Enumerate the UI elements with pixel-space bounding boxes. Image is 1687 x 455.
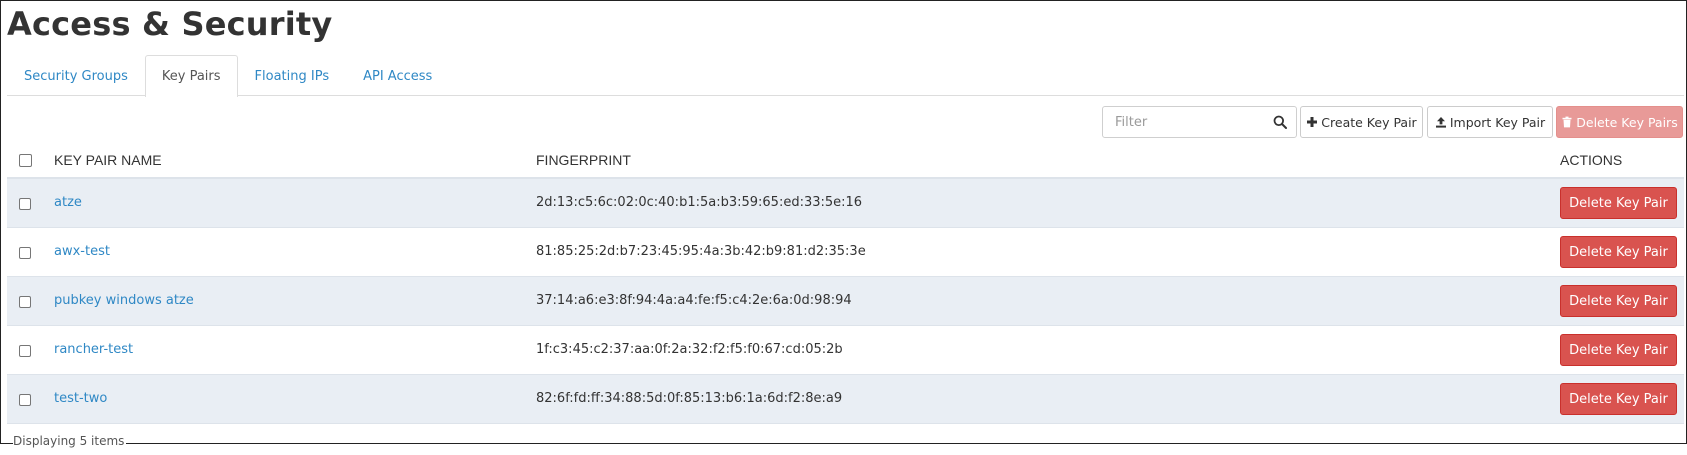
row-checkbox[interactable] bbox=[19, 247, 31, 259]
trash-icon bbox=[1562, 116, 1572, 128]
plus-icon bbox=[1307, 117, 1318, 127]
key-pair-name-link[interactable]: awx-test bbox=[54, 244, 110, 259]
key-pair-name-link[interactable]: test-two bbox=[54, 391, 107, 406]
select-all-checkbox[interactable] bbox=[19, 154, 32, 167]
fingerprint-value: 1f:c3:45:c2:37:aa:0f:2a:32:f2:f5:f0:67:c… bbox=[536, 342, 843, 357]
key-pairs-table: KEY PAIR NAME FINGERPRINT ACTIONS atze 2… bbox=[7, 143, 1684, 424]
delete-key-pair-button[interactable]: Delete Key Pair bbox=[1560, 236, 1677, 268]
page-title: Access & Security bbox=[7, 5, 333, 43]
table-header: KEY PAIR NAME FINGERPRINT ACTIONS bbox=[7, 143, 1684, 179]
row-checkbox[interactable] bbox=[19, 345, 31, 357]
column-header-actions: ACTIONS bbox=[1560, 152, 1623, 168]
tab-floating-ips[interactable]: Floating IPs bbox=[238, 55, 347, 96]
upload-icon bbox=[1435, 117, 1446, 128]
delete-key-pair-button[interactable]: Delete Key Pair bbox=[1560, 383, 1677, 415]
filter-input[interactable] bbox=[1103, 108, 1263, 136]
table-row: rancher-test 1f:c3:45:c2:37:aa:0f:2a:32:… bbox=[7, 326, 1684, 375]
key-pair-name-link[interactable]: atze bbox=[54, 195, 82, 210]
tab-security-groups[interactable]: Security Groups bbox=[7, 55, 145, 96]
item-count-text: Displaying 5 items bbox=[13, 434, 127, 448]
column-header-name[interactable]: KEY PAIR NAME bbox=[54, 152, 162, 168]
delete-key-pairs-label: Delete Key Pairs bbox=[1576, 114, 1678, 130]
table-row: awx-test 81:85:25:2d:b7:23:45:95:4a:3b:4… bbox=[7, 228, 1684, 277]
row-checkbox[interactable] bbox=[19, 394, 31, 406]
create-key-pair-button[interactable]: Create Key Pair bbox=[1300, 106, 1423, 138]
import-key-pair-label: Import Key Pair bbox=[1449, 114, 1546, 130]
delete-key-pair-button[interactable]: Delete Key Pair bbox=[1560, 334, 1677, 366]
delete-key-pair-button[interactable]: Delete Key Pair bbox=[1560, 285, 1677, 317]
key-pair-name-link[interactable]: rancher-test bbox=[54, 342, 133, 357]
row-checkbox[interactable] bbox=[19, 198, 31, 210]
create-key-pair-label: Create Key Pair bbox=[1321, 114, 1417, 130]
content-panel: Access & Security Security Groups Key Pa… bbox=[0, 0, 1687, 444]
row-checkbox[interactable] bbox=[19, 296, 31, 308]
delete-key-pairs-button[interactable]: Delete Key Pairs bbox=[1556, 106, 1683, 138]
import-key-pair-button[interactable]: Import Key Pair bbox=[1427, 106, 1553, 138]
filter-box bbox=[1102, 106, 1297, 138]
table-row: atze 2d:13:c5:6c:02:0c:40:b1:5a:b3:59:65… bbox=[7, 179, 1684, 228]
fingerprint-value: 2d:13:c5:6c:02:0c:40:b1:5a:b3:59:65:ed:3… bbox=[536, 195, 863, 210]
tab-api-access[interactable]: API Access bbox=[346, 55, 449, 96]
table-row: pubkey windows atze 37:14:a6:e3:8f:94:4a… bbox=[7, 277, 1684, 326]
search-icon[interactable] bbox=[1273, 115, 1287, 129]
table-row: test-two 82:6f:fd:ff:34:88:5d:0f:85:13:b… bbox=[7, 375, 1684, 424]
column-header-fingerprint[interactable]: FINGERPRINT bbox=[536, 152, 631, 168]
fingerprint-value: 82:6f:fd:ff:34:88:5d:0f:85:13:b6:1a:6d:f… bbox=[536, 391, 843, 406]
tab-bar: Security Groups Key Pairs Floating IPs A… bbox=[7, 55, 1684, 97]
fingerprint-value: 81:85:25:2d:b7:23:45:95:4a:3b:42:b9:81:d… bbox=[536, 244, 866, 259]
tab-key-pairs[interactable]: Key Pairs bbox=[144, 55, 238, 97]
fingerprint-value: 37:14:a6:e3:8f:94:4a:a4:fe:f5:c4:2e:6a:0… bbox=[536, 293, 852, 308]
key-pair-name-link[interactable]: pubkey windows atze bbox=[54, 293, 194, 308]
delete-key-pair-button[interactable]: Delete Key Pair bbox=[1560, 187, 1677, 219]
